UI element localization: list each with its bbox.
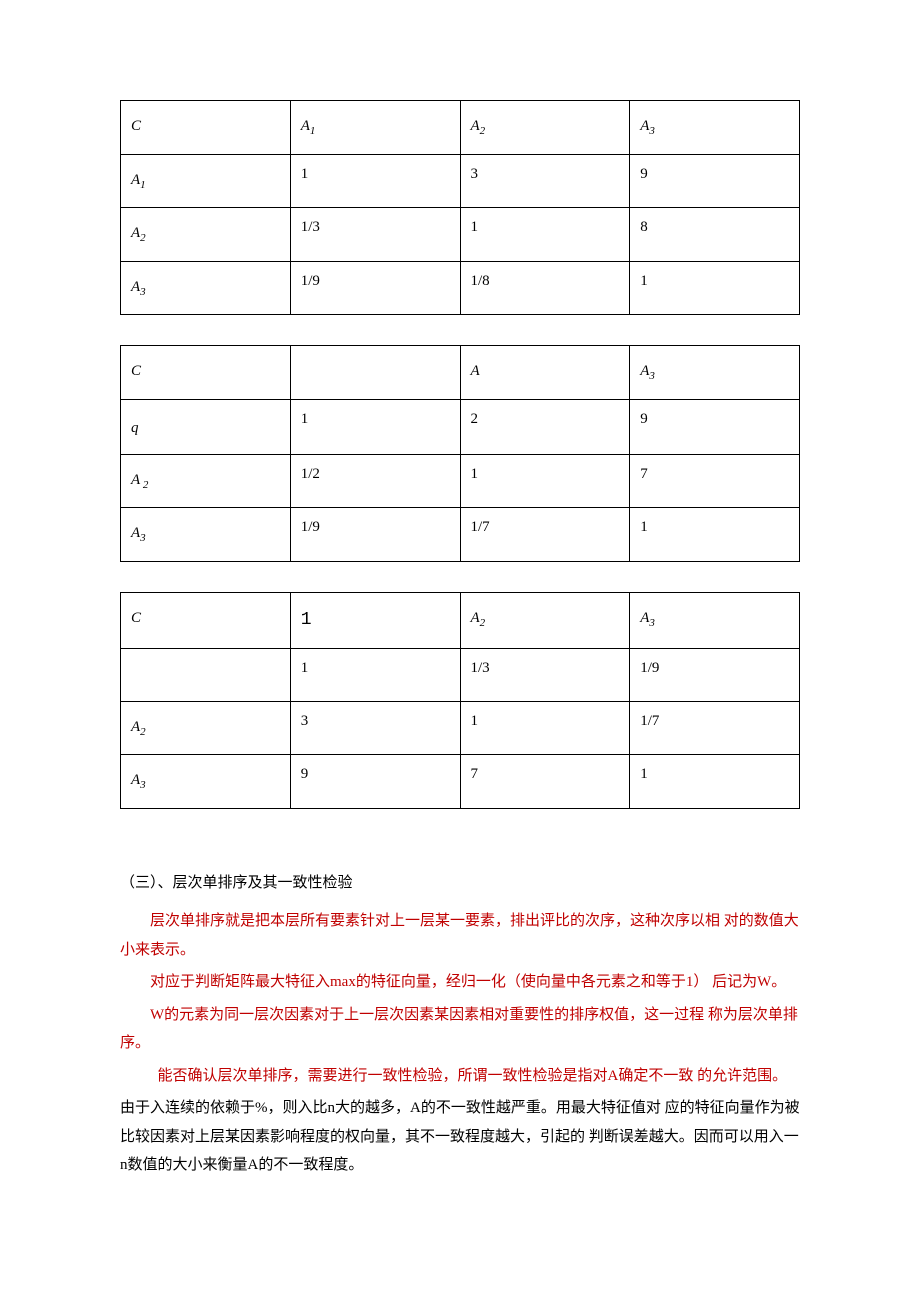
table-header-row: C 1 A2 A3 — [121, 592, 800, 648]
cell: 9 — [290, 755, 460, 809]
cell: 1 — [290, 399, 460, 454]
table-row: A2 1/3 1 8 — [121, 208, 800, 262]
header-blank — [290, 346, 460, 400]
cell: 1/9 — [630, 648, 800, 701]
paragraph-1: 层次单排序就是把本层所有要素针对上一层某一要素，排出评比的次序，这种次序以相 对… — [120, 907, 800, 964]
matrix-table-3: C 1 A2 A3 1 1/3 1/9 A2 3 1 1/7 A3 9 7 1 — [120, 592, 800, 809]
table-row: A3 9 7 1 — [121, 755, 800, 809]
cell: 7 — [460, 755, 630, 809]
cell: 1/8 — [460, 261, 630, 315]
paragraph-5: 由于入连续的依赖于%，则入比n大的越多，A的不一致性越严重。用最大特征值对 应的… — [120, 1094, 800, 1180]
cell: 1 — [290, 154, 460, 208]
section-title: （三）、层次单排序及其一致性检验 — [120, 869, 800, 898]
header-c: C — [121, 346, 291, 400]
row-label: A3 — [121, 261, 291, 315]
row-label: A3 — [121, 508, 291, 562]
paragraph-4: 能否确认层次单排序，需要进行一致性检验，所谓一致性检验是指对A确定不一致 的允许… — [120, 1062, 800, 1091]
cell: 2 — [460, 399, 630, 454]
table-header-row: C A A3 — [121, 346, 800, 400]
table-row: A2 3 1 1/7 — [121, 701, 800, 755]
cell: 1/2 — [290, 454, 460, 508]
header-a: A — [460, 346, 630, 400]
cell: 1 — [460, 208, 630, 262]
cell: 7 — [630, 454, 800, 508]
cell: 9 — [630, 399, 800, 454]
header-c: C — [121, 101, 291, 155]
header-1: 1 — [290, 592, 460, 648]
table-row: 1 1/3 1/9 — [121, 648, 800, 701]
row-label: A2 — [121, 208, 291, 262]
cell: 3 — [290, 701, 460, 755]
cell: 3 — [460, 154, 630, 208]
cell: 1 — [460, 701, 630, 755]
header-a1: A1 — [290, 101, 460, 155]
row-label — [121, 648, 291, 701]
cell: 1 — [630, 261, 800, 315]
cell: 1 — [630, 755, 800, 809]
table-header-row: C A1 A2 A3 — [121, 101, 800, 155]
table-row: A1 1 3 9 — [121, 154, 800, 208]
header-c: C — [121, 592, 291, 648]
cell: 1/3 — [290, 208, 460, 262]
row-label: A1 — [121, 154, 291, 208]
row-label: A3 — [121, 755, 291, 809]
cell: 1 — [630, 508, 800, 562]
table-row: A 2 1/2 1 7 — [121, 454, 800, 508]
header-a3: A3 — [630, 592, 800, 648]
table-row: q 1 2 9 — [121, 399, 800, 454]
table-row: A3 1/9 1/7 1 — [121, 508, 800, 562]
cell: 1/9 — [290, 261, 460, 315]
header-a3: A3 — [630, 346, 800, 400]
paragraph-3: W的元素为同一层次因素对于上一层次因素某因素相对重要性的排序权值，这一过程 称为… — [120, 1001, 800, 1058]
row-label: A 2 — [121, 454, 291, 508]
cell: 8 — [630, 208, 800, 262]
cell: 1/7 — [630, 701, 800, 755]
matrix-table-2: C A A3 q 1 2 9 A 2 1/2 1 7 A3 1/9 1/7 1 — [120, 345, 800, 562]
cell: 1/3 — [460, 648, 630, 701]
row-label: A2 — [121, 701, 291, 755]
header-a3: A3 — [630, 101, 800, 155]
cell: 1 — [460, 454, 630, 508]
header-a2: A2 — [460, 101, 630, 155]
cell: 9 — [630, 154, 800, 208]
paragraph-2: 对应于判断矩阵最大特征入max的特征向量，经归一化（使向量中各元素之和等于1） … — [120, 968, 800, 997]
cell: 1/9 — [290, 508, 460, 562]
cell: 1/7 — [460, 508, 630, 562]
matrix-table-1: C A1 A2 A3 A1 1 3 9 A2 1/3 1 8 A3 1/9 1/… — [120, 100, 800, 315]
cell: 1 — [290, 648, 460, 701]
row-label: q — [121, 399, 291, 454]
table-row: A3 1/9 1/8 1 — [121, 261, 800, 315]
header-a2: A2 — [460, 592, 630, 648]
